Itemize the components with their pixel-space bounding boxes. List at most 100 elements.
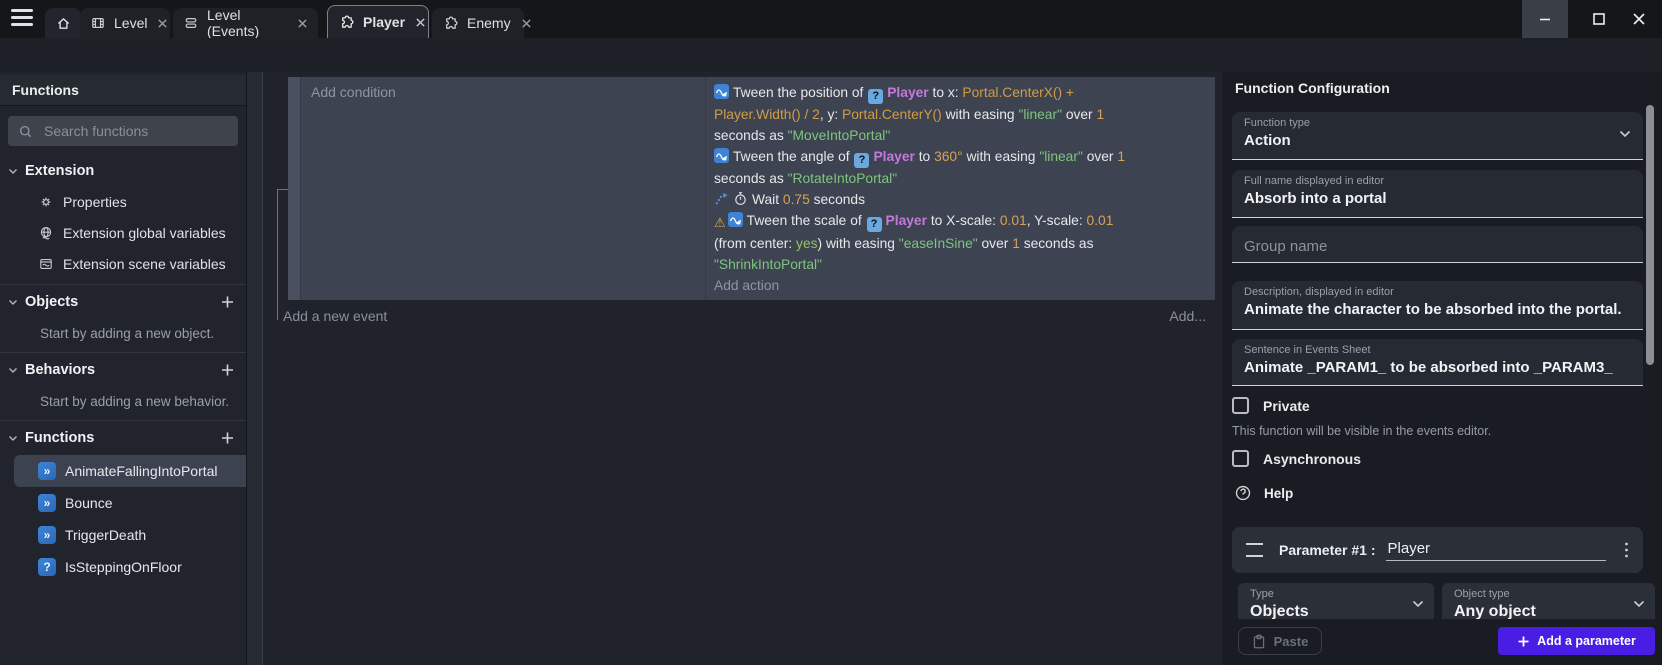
tab-player-active[interactable]: Player — [327, 5, 429, 38]
events-sheet: Add condition Tween the position of ?Pla… — [247, 72, 1222, 665]
tab-label: Level — [114, 15, 147, 31]
asynchronous-checkbox[interactable] — [1232, 450, 1249, 467]
home-icon — [55, 15, 72, 32]
tab-bar: Level Level (Events) Player Enemy — [0, 0, 1662, 38]
chevron-down-icon — [8, 299, 18, 306]
tab-label: Enemy — [467, 15, 511, 31]
description-field[interactable]: Description, displayed in editor Animate… — [1232, 281, 1643, 330]
drag-handle-icon[interactable] — [1246, 543, 1263, 557]
paste-button[interactable]: Paste — [1238, 627, 1322, 655]
add-more-link[interactable]: Add... — [1169, 308, 1206, 324]
event-action[interactable]: Wait 0.75 seconds — [714, 189, 1149, 210]
function-item-triggerdeath[interactable]: TriggerDeath — [14, 519, 246, 551]
tab-home[interactable] — [45, 8, 81, 38]
events-sheet-icon — [183, 15, 199, 31]
help-link[interactable]: Help — [1234, 484, 1293, 502]
section-behaviors[interactable]: Behaviors — [0, 353, 246, 387]
sidebar-item-properties[interactable]: Properties — [0, 186, 246, 217]
parameter-type-dropdown[interactable]: Type Objects — [1238, 583, 1434, 619]
object-thumbnail-icon: ? — [854, 153, 869, 168]
chevron-down-icon — [1412, 600, 1424, 608]
section-functions[interactable]: Functions — [0, 421, 246, 455]
close-tab-icon[interactable] — [415, 17, 426, 28]
condition-function-icon — [38, 558, 56, 576]
action-function-icon — [38, 462, 56, 480]
close-tab-icon[interactable] — [521, 18, 532, 29]
function-item-animatefallingintoportal[interactable]: AnimateFallingIntoPortal — [14, 455, 246, 487]
gear-icon — [38, 194, 54, 210]
search-functions-input[interactable] — [42, 122, 228, 140]
main-toolbar: Preview Share — [0, 38, 1662, 72]
private-checkbox[interactable] — [1232, 397, 1249, 414]
add-function-button[interactable] — [220, 431, 235, 446]
parameter-1-card: Parameter #1 : — [1232, 527, 1643, 573]
function-type-field[interactable]: Function type Action — [1232, 112, 1643, 160]
plus-icon — [1517, 635, 1530, 648]
clipboard-icon — [1252, 634, 1266, 649]
panel-title: Function Configuration — [1235, 80, 1390, 96]
tab-enemy[interactable]: Enemy — [432, 8, 524, 38]
close-tab-icon[interactable] — [157, 18, 168, 29]
sentence-field[interactable]: Sentence in Events Sheet Animate _PARAM1… — [1232, 339, 1643, 386]
chevron-down-icon — [8, 168, 18, 175]
event-action[interactable]: ⚠Tween the scale of ?Player to X-scale: … — [714, 210, 1149, 275]
add-object-button[interactable] — [220, 295, 235, 310]
function-configuration-panel: Function Configuration Function type Act… — [1222, 72, 1662, 665]
search-icon — [18, 124, 33, 139]
section-extension[interactable]: Extension — [0, 156, 246, 186]
add-new-event-link[interactable]: Add a new event — [283, 308, 387, 324]
close-tab-icon[interactable] — [297, 18, 308, 29]
object-thumbnail-icon: ? — [868, 89, 883, 104]
object-thumbnail-icon: ? — [867, 217, 882, 232]
event-block: Add condition Tween the position of ?Pla… — [288, 77, 1215, 300]
tween-icon — [728, 212, 743, 227]
search-functions-box[interactable] — [8, 116, 238, 146]
help-icon — [1234, 484, 1252, 502]
stopwatch-icon — [733, 191, 748, 206]
function-item-bounce[interactable]: Bounce — [14, 487, 246, 519]
full-name-field[interactable]: Full name displayed in editor Absorb int… — [1232, 170, 1643, 218]
scene-icon — [90, 15, 106, 31]
extension-puzzle-icon — [442, 15, 459, 32]
private-checkbox-row[interactable]: Private — [1232, 397, 1310, 414]
action-function-icon — [38, 494, 56, 512]
chevron-down-icon[interactable] — [1619, 130, 1631, 138]
tween-icon — [714, 84, 729, 99]
chevron-down-icon — [8, 435, 18, 442]
asynchronous-checkbox-row[interactable]: Asynchronous — [1232, 450, 1361, 467]
events-left-gutter — [247, 72, 263, 665]
add-behavior-button[interactable] — [220, 363, 235, 378]
window-minimize-button[interactable] — [1522, 0, 1568, 38]
object-type-dropdown[interactable]: Object type Any object — [1442, 583, 1655, 619]
add-parameter-button[interactable]: Add a parameter — [1498, 627, 1655, 655]
function-item-issteppingonfloor[interactable]: IsSteppingOnFloor — [14, 551, 246, 583]
group-name-field[interactable]: Group name — [1232, 226, 1643, 263]
sidebar-item-extension-global-variables[interactable]: Extension global variables — [0, 217, 246, 248]
chevron-down-icon — [1633, 600, 1645, 608]
event-action[interactable]: Tween the position of ?Player to x: Port… — [714, 82, 1149, 146]
tab-label: Level (Events) — [207, 7, 287, 39]
parameter-name-input[interactable] — [1386, 540, 1606, 561]
warning-icon: ⚠ — [714, 212, 726, 233]
section-objects[interactable]: Objects — [0, 285, 246, 319]
extension-puzzle-icon — [338, 14, 355, 31]
event-drag-handle[interactable] — [288, 77, 301, 300]
window-close-button[interactable] — [1616, 0, 1662, 38]
add-condition-area[interactable]: Add condition — [301, 77, 706, 300]
kebab-menu-icon[interactable] — [1624, 541, 1629, 559]
scene-variables-icon — [38, 256, 54, 272]
tab-level[interactable]: Level — [80, 8, 170, 38]
main-menu-icon[interactable] — [11, 9, 33, 28]
private-helper-text: This function will be visible in the eve… — [1232, 424, 1491, 438]
chevron-down-icon — [8, 367, 18, 374]
event-action[interactable]: Tween the angle of ?Player to 360° with … — [714, 146, 1149, 189]
tab-level-events[interactable]: Level (Events) — [173, 8, 318, 38]
async-icon — [714, 191, 729, 206]
panel-scrollbar[interactable] — [1646, 105, 1654, 365]
tab-label: Player — [363, 14, 405, 30]
parameter-label: Parameter #1 : — [1279, 542, 1376, 558]
behaviors-empty-text: Start by adding a new behavior. — [0, 387, 246, 415]
add-action-link[interactable]: Add action — [714, 275, 1149, 296]
globe-icon — [38, 225, 54, 241]
sidebar-item-extension-scene-variables[interactable]: Extension scene variables — [0, 248, 246, 279]
